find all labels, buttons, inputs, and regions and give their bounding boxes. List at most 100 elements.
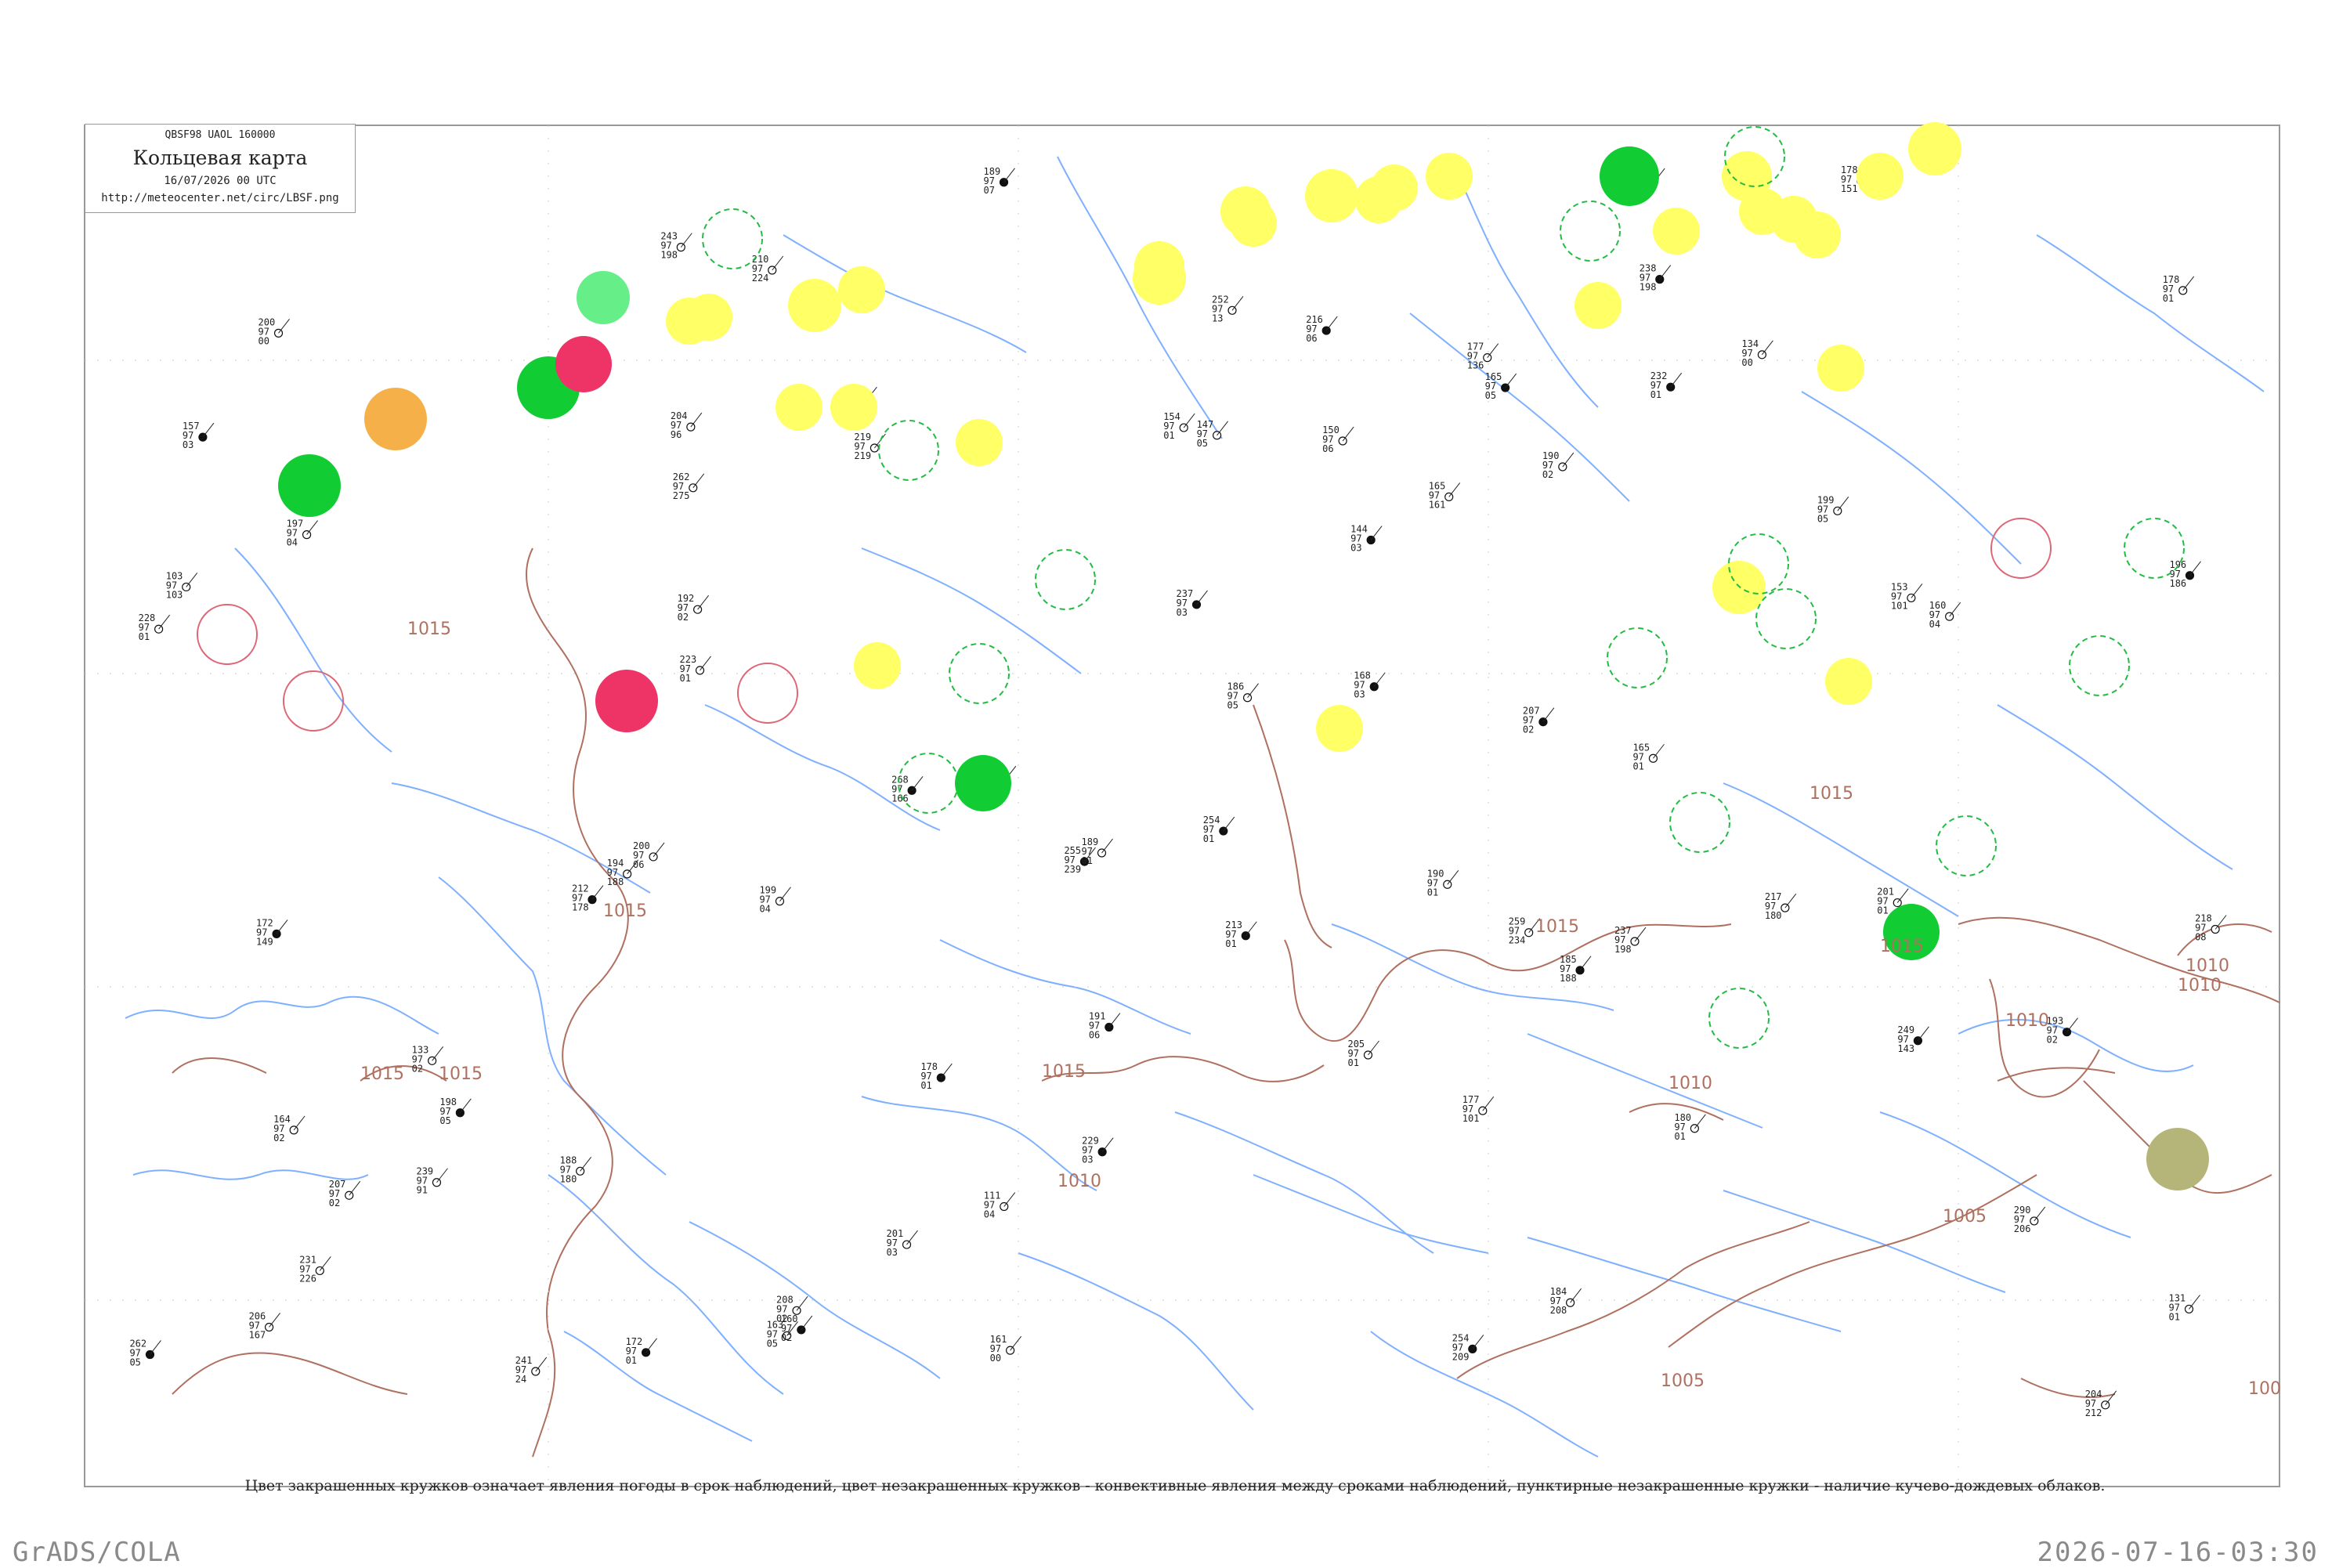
station-value: 06 (1089, 1030, 1100, 1041)
weather-filled-circle-yellow (685, 294, 732, 341)
weather-filled-circle-yellow (1794, 211, 1841, 258)
weather-filled-circle-yellow (1817, 345, 1864, 392)
weather-filled-circle-yellow (1574, 282, 1622, 329)
station-value: 198 (1640, 282, 1657, 293)
station-value: 01 (1632, 761, 1643, 771)
station-value: 03 (1082, 1154, 1093, 1165)
station-value: 05 (1227, 700, 1238, 711)
station-value: 239 (1064, 864, 1081, 875)
weather-filled-circle-yellow (1230, 200, 1277, 247)
station-value: 188 (1560, 973, 1577, 984)
weather-filled-circle-green (278, 454, 341, 517)
station-value: 02 (1542, 469, 1553, 480)
map-datetime: 16/07/2026 00 UTC (164, 175, 277, 187)
station-value: 02 (678, 612, 689, 623)
weather-filled-circle-yellow (1371, 164, 1418, 211)
weather-filled-circle-yellow (788, 279, 841, 332)
isobar-pressure-label: 1015 (1535, 917, 1579, 937)
synoptic-map: 1899707219972192049796187978410397103190… (84, 122, 2281, 1487)
weather-filled-circle-yellow (1316, 705, 1363, 752)
station-value: 186 (2169, 578, 2186, 589)
source-url: http://meteocenter.net/circ/LBSF.png (101, 192, 339, 204)
station-value: 01 (1203, 833, 1214, 844)
footer-timestamp: 2026-07-16-03:30 (2037, 1537, 2319, 1568)
station-value: 180 (1765, 910, 1782, 921)
station-value: 04 (759, 904, 770, 915)
station-value: 01 (1163, 430, 1174, 441)
station-value: 161 (1429, 499, 1446, 510)
weather-filled-circle-orange (364, 388, 427, 450)
station-value: 03 (183, 439, 193, 450)
station-value: 05 (1485, 390, 1496, 401)
isobar-pressure-label: 1015 (1042, 1062, 1086, 1082)
station-value: 00 (258, 335, 269, 346)
weather-filled-circle-yellow (830, 384, 877, 431)
weather-filled-circle-green (955, 755, 1011, 811)
station-value: 166 (891, 793, 909, 804)
station-value: 01 (2163, 293, 2174, 304)
map-header-box: QBSF98 UAOL 160000 Кольцевая карта 16/07… (85, 124, 356, 213)
station-value: 02 (781, 1332, 792, 1343)
station-value: 03 (887, 1247, 898, 1258)
station-value: 01 (1650, 389, 1661, 400)
station-value: 91 (416, 1185, 427, 1196)
station-value: 01 (1082, 855, 1093, 866)
station-value: 02 (273, 1133, 284, 1143)
weather-filled-circle-red (595, 670, 658, 732)
station-value: 01 (2168, 1311, 2179, 1322)
weather-filled-circle-yellow (1825, 658, 1872, 705)
station-value: 101 (1891, 600, 1908, 611)
weather-filled-circle-yellow (1305, 169, 1358, 222)
station-value: 04 (1929, 619, 1940, 630)
isobar-pressure-label: 1015 (439, 1064, 483, 1084)
isobar-pressure-label: 1015 (1880, 937, 1924, 956)
weather-filled-circle-green (1600, 146, 1659, 206)
weather-filled-circle-yellow (1426, 153, 1473, 200)
weather-filled-circle-yellow (956, 419, 1003, 466)
isobar-pressure-label: 1015 (360, 1064, 404, 1084)
station-value: 07 (984, 185, 995, 196)
station-value: 02 (2047, 1035, 2058, 1046)
station-value: 05 (767, 1338, 778, 1349)
station-value: 04 (984, 1209, 995, 1220)
station-value: 198 (660, 250, 678, 261)
station-value: 101 (1462, 1113, 1480, 1124)
station-value: 178 (572, 902, 589, 913)
isobar-pressure-label: 1005 (1943, 1207, 1987, 1227)
station-value: 01 (920, 1080, 931, 1091)
weather-filled-circle-yellow (1856, 153, 1904, 200)
isobar-pressure-label: 1015 (603, 901, 647, 921)
weather-filled-circle-yellow (838, 266, 885, 313)
station-value: 234 (1509, 935, 1526, 946)
station-value: 02 (1523, 724, 1534, 735)
station-value: 00 (1741, 357, 1752, 368)
station-value: 01 (1877, 905, 1888, 916)
station-cloud-cover-icon (797, 1325, 806, 1335)
station-value: 96 (671, 429, 682, 440)
station-value: 136 (1467, 360, 1484, 371)
station-value: 05 (1197, 438, 1208, 449)
station-value: 24 (515, 1374, 526, 1385)
station-value: 226 (299, 1273, 316, 1284)
weather-filled-circle-green_light (577, 271, 630, 324)
station-value: 01 (1427, 887, 1438, 898)
weather-filled-circle-olive (2146, 1128, 2209, 1190)
station-value: 275 (673, 490, 690, 501)
map-title: Кольцевая карта (132, 146, 308, 169)
isobar-pressure-label: 1010 (2186, 956, 2229, 976)
weather-filled-circle-yellow (854, 642, 901, 689)
station-value: 02 (412, 1063, 423, 1074)
station-value: 01 (1225, 938, 1236, 949)
station-value: 01 (1347, 1057, 1358, 1068)
station-value: 188 (607, 876, 624, 887)
isobar-pressure-label: 1010 (1668, 1074, 1712, 1093)
weather-filled-circle-yellow (1134, 241, 1184, 291)
station-value: 103 (166, 589, 183, 600)
station-value: 04 (287, 537, 298, 548)
station-value: 13 (1212, 313, 1223, 323)
station-value: 198 (1614, 944, 1632, 955)
station-value: 01 (626, 1355, 637, 1366)
station-value: 00 (990, 1353, 1001, 1364)
station-value: 209 (1452, 1351, 1470, 1362)
station-value: 143 (1897, 1043, 1914, 1054)
